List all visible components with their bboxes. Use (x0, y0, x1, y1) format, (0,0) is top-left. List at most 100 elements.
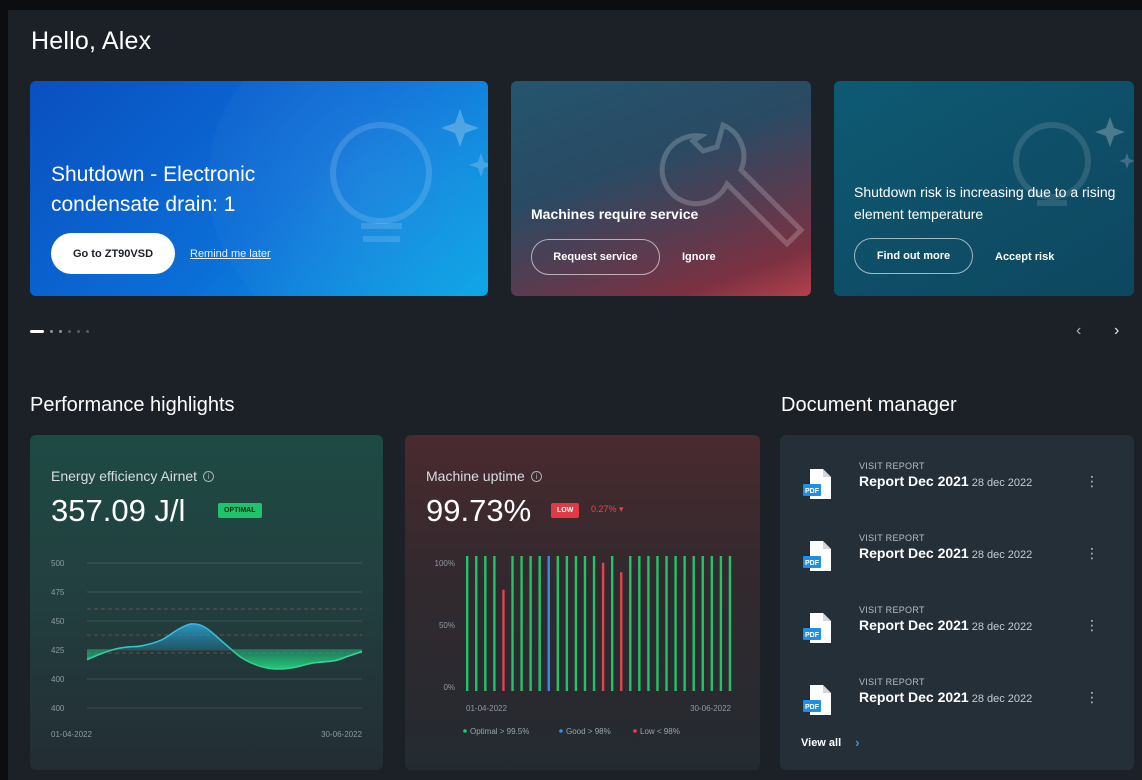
chevron-right-icon[interactable]: › (855, 735, 859, 750)
document-date: 28 dec 2022 (971, 693, 1033, 705)
document-type: VISIT REPORT (859, 677, 925, 687)
y-tick-label: 50% (439, 621, 455, 630)
uptime-bar (547, 556, 550, 691)
uptime-bar (710, 556, 714, 691)
uptime-bar (484, 556, 487, 691)
banner-title: Machines require service (531, 206, 699, 222)
uptime-bar (592, 556, 596, 691)
document-row[interactable]: PDF VISIT REPORT Report Dec 2021 28 dec 202… (801, 533, 1116, 583)
document-type: VISIT REPORT (859, 605, 925, 615)
more-options-icon[interactable]: ⋮ (1085, 473, 1099, 490)
carousel-pagination[interactable] (30, 330, 89, 333)
accept-risk-button[interactable]: Accept risk (995, 251, 1054, 263)
y-tick-label: 100% (435, 559, 455, 568)
y-tick-label: 400 (51, 704, 65, 713)
y-tick-label: 450 (51, 617, 65, 626)
more-options-icon[interactable]: ⋮ (1085, 545, 1099, 562)
uptime-bar (701, 556, 704, 691)
pdf-file-icon: PDF (803, 685, 831, 715)
legend-label: Low < 98% (640, 727, 680, 736)
uptime-bar (719, 556, 723, 691)
energy-chart: 500 475 450 425 400 400 01-04-2022 30-06-2022 (51, 559, 363, 739)
uptime-bar (520, 556, 523, 691)
uptime-bar (728, 556, 732, 691)
pdf-badge-label: PDF (805, 560, 820, 567)
energy-efficiency-card[interactable]: Energy efficiency Airnet i 357.09 J/l OP… (30, 435, 383, 770)
remind-later-link[interactable]: Remind me later (190, 248, 271, 260)
legend-label: Good > 98% (566, 727, 611, 736)
uptime-bar (638, 556, 641, 691)
x-start-label: 01-04-2022 (51, 730, 92, 739)
pagination-dot[interactable] (30, 330, 44, 333)
document-name[interactable]: Report Dec 2021 28 dec 2022 (859, 473, 1032, 489)
view-all-link[interactable]: View all › (801, 735, 860, 750)
legend-dot (463, 729, 467, 733)
y-tick-label: 400 (51, 675, 65, 684)
uptime-bar (502, 589, 505, 691)
document-date: 28 dec 2022 (971, 621, 1033, 633)
document-row[interactable]: PDF VISIT REPORT Report Dec 2021 28 dec 202… (801, 605, 1116, 655)
more-options-icon[interactable]: ⋮ (1085, 689, 1099, 706)
y-tick-label: 425 (51, 646, 65, 655)
uptime-chart: 100% 50% 0% 01-04-2022 30-06-2022 Optimal > 9… (435, 556, 732, 736)
document-manager-card: PDF VISIT REPORT Report Dec 2021 28 dec 202… (780, 435, 1134, 770)
uptime-bar (620, 572, 623, 691)
uptime-bar (529, 556, 532, 691)
document-row[interactable]: PDF VISIT REPORT Report Dec 2021 28 dec 202… (801, 461, 1116, 511)
banner-service-card: Machines require service Request service… (511, 81, 811, 296)
uptime-bar (601, 562, 605, 691)
pdf-badge-label: PDF (805, 704, 820, 711)
banner-title: Shutdown risk is increasing due to a ris… (854, 184, 1116, 222)
uptime-bar (610, 556, 614, 691)
uptime-bar (683, 556, 686, 691)
uptime-bar (475, 556, 478, 691)
uptime-bar (674, 556, 677, 691)
pagination-dot[interactable] (50, 330, 53, 333)
go-to-machine-button[interactable]: Go to ZT90VSD (51, 233, 175, 274)
y-tick-label: 500 (51, 559, 65, 568)
document-type: VISIT REPORT (859, 533, 925, 543)
uptime-bar (511, 556, 514, 691)
machine-uptime-card[interactable]: Machine uptime i 99.73% LOW 0.27% ▾ 100%… (405, 435, 760, 770)
x-end-label: 30-06-2022 (690, 704, 731, 713)
chevron-left-icon[interactable]: ‹ (1076, 322, 1081, 340)
request-service-button[interactable]: Request service (531, 239, 660, 275)
pdf-badge-label: PDF (805, 632, 820, 639)
document-date: 28 dec 2022 (971, 477, 1033, 489)
x-end-label: 30-06-2022 (321, 730, 362, 739)
document-type: VISIT REPORT (859, 461, 925, 471)
find-out-more-button[interactable]: Find out more (854, 238, 973, 274)
legend-dot (559, 729, 563, 733)
pdf-badge-label: PDF (805, 488, 820, 495)
legend-dot (633, 729, 637, 733)
uptime-bar (538, 556, 541, 691)
banner-title: Shutdown - Electronic condensate drain: … (51, 163, 256, 216)
uptime-bar (656, 556, 659, 691)
greeting-title: Hello, Alex (31, 27, 152, 55)
document-name[interactable]: Report Dec 2021 28 dec 2022 (859, 545, 1032, 561)
document-manager-title: Document manager (781, 394, 957, 416)
uptime-bar (665, 556, 668, 691)
pagination-dot[interactable] (68, 330, 71, 333)
ignore-button[interactable]: Ignore (682, 251, 716, 263)
more-options-icon[interactable]: ⋮ (1085, 617, 1099, 634)
y-tick-label: 475 (51, 588, 65, 597)
chevron-right-icon[interactable]: › (1114, 322, 1119, 340)
pagination-dot[interactable] (59, 330, 62, 333)
document-row[interactable]: PDF VISIT REPORT Report Dec 2021 28 dec 202… (801, 677, 1116, 727)
pdf-file-icon: PDF (803, 541, 831, 571)
pdf-file-icon: PDF (803, 613, 831, 643)
legend-label: Optimal > 99.5% (470, 727, 529, 736)
banner-risk-card: Shutdown risk is increasing due to a ris… (834, 81, 1134, 296)
uptime-bar (647, 556, 650, 691)
document-name[interactable]: Report Dec 2021 28 dec 2022 (859, 617, 1032, 633)
pagination-dot[interactable] (77, 330, 80, 333)
document-name[interactable]: Report Dec 2021 28 dec 2022 (859, 689, 1032, 705)
uptime-bar (466, 556, 469, 691)
pagination-dot[interactable] (86, 330, 89, 333)
dashboard: Hello, Alex Shutdown - Electronic conden… (8, 10, 1142, 780)
uptime-bar (565, 556, 569, 691)
uptime-bar (493, 556, 496, 691)
uptime-bar (583, 556, 587, 691)
uptime-bar (574, 556, 578, 691)
